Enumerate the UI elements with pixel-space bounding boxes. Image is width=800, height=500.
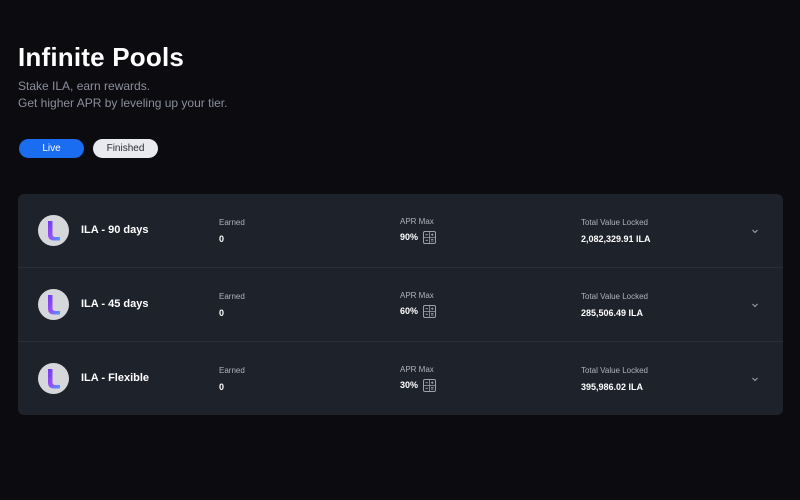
tvl-label: Total Value Locked	[581, 292, 649, 301]
tvl-column: Total Value Locked 2,082,329.91 ILA	[581, 218, 651, 245]
pool-name: ILA - 45 days	[81, 298, 149, 310]
apr-label: APR Max	[400, 365, 434, 374]
apr-column: APR Max 90%	[400, 217, 437, 244]
tvl-label: Total Value Locked	[581, 218, 649, 227]
pool-row[interactable]: ILA - 45 days Earned 0 APR Max 60% Total…	[18, 268, 783, 342]
pools-list: ILA - 90 days Earned 0 APR Max 90% Total…	[18, 194, 783, 415]
chevron-down-icon[interactable]	[749, 224, 761, 236]
earned-value: 0	[219, 308, 225, 318]
ila-logo-icon	[38, 363, 69, 394]
chevron-down-icon[interactable]	[749, 372, 761, 384]
subtitle-line-2: Get higher APR by leveling up your tier.	[18, 96, 228, 110]
tvl-column: Total Value Locked 395,986.02 ILA	[581, 366, 648, 393]
apr-label: APR Max	[400, 217, 434, 226]
pool-status-tabs: Live Finished	[19, 139, 158, 158]
earned-column: Earned 0	[219, 292, 245, 319]
calculator-icon[interactable]	[423, 379, 437, 392]
pool-name: ILA - Flexible	[81, 372, 150, 384]
tvl-column: Total Value Locked 285,506.49 ILA	[581, 292, 648, 319]
calculator-icon[interactable]	[423, 231, 437, 244]
apr-value: 90%	[400, 232, 419, 242]
tvl-value: 395,986.02 ILA	[581, 382, 644, 392]
page-subtitle: Stake ILA, earn rewards. Get higher APR …	[18, 78, 227, 112]
tvl-value: 285,506.49 ILA	[581, 308, 644, 318]
pool-name: ILA - 90 days	[81, 224, 149, 236]
apr-column: APR Max 30%	[400, 365, 437, 392]
page: Infinite Pools Stake ILA, earn rewards. …	[0, 0, 800, 500]
calculator-icon[interactable]	[423, 305, 437, 318]
apr-value: 60%	[400, 306, 419, 316]
earned-column: Earned 0	[219, 218, 245, 245]
page-title: Infinite Pools	[18, 42, 185, 72]
ila-logo-icon	[38, 289, 69, 320]
earned-value: 0	[219, 234, 225, 244]
apr-label: APR Max	[400, 291, 434, 300]
earned-label: Earned	[219, 366, 245, 375]
ila-logo-icon	[38, 215, 69, 246]
chevron-down-icon[interactable]	[749, 298, 761, 310]
earned-label: Earned	[219, 218, 245, 227]
earned-value: 0	[219, 382, 225, 392]
tvl-label: Total Value Locked	[581, 366, 649, 375]
tab-finished[interactable]: Finished	[93, 139, 158, 158]
earned-column: Earned 0	[219, 366, 245, 393]
tvl-value: 2,082,329.91 ILA	[581, 234, 651, 244]
pool-row[interactable]: ILA - 90 days Earned 0 APR Max 90% Total…	[18, 194, 783, 268]
apr-value: 30%	[400, 380, 419, 390]
apr-column: APR Max 60%	[400, 291, 437, 318]
pool-row[interactable]: ILA - Flexible Earned 0 APR Max 30% Tota…	[18, 342, 783, 415]
tab-live[interactable]: Live	[19, 139, 84, 158]
earned-label: Earned	[219, 292, 245, 301]
subtitle-line-1: Stake ILA, earn rewards.	[18, 79, 151, 93]
page-header: Infinite Pools Stake ILA, earn rewards. …	[18, 42, 227, 112]
